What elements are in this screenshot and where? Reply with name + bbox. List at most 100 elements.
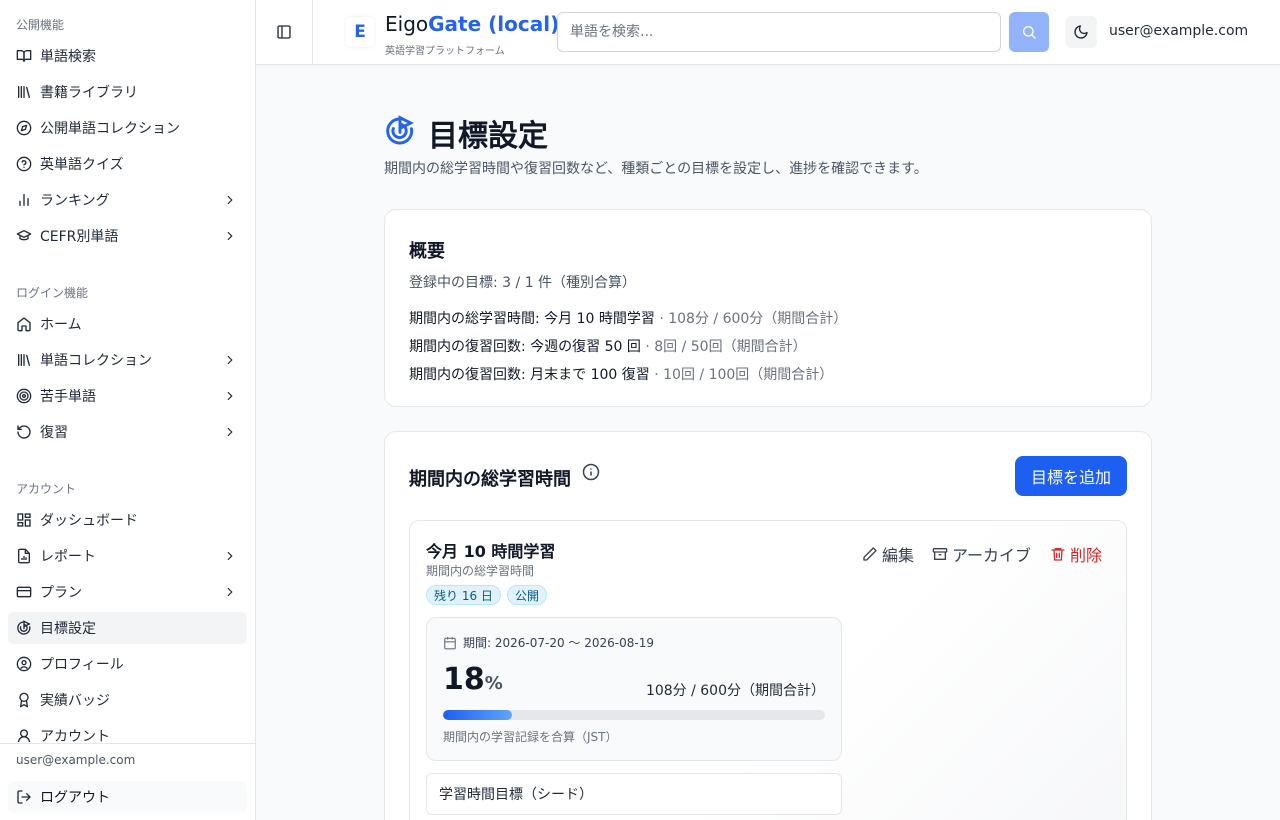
sidebar-item-plan[interactable]: プラン [8, 576, 247, 608]
sidebar-item-dashboard[interactable]: ダッシュボード [8, 504, 247, 536]
sidebar-item-label: 苦手単語 [40, 389, 96, 405]
sidebar-item-quiz[interactable]: 英単語クイズ [8, 148, 247, 180]
app-name[interactable]: EigoGate (local) [385, 12, 559, 36]
summary-line: 期間内の復習回数: 月末まで 100 復習 · 10回 / 100回（期間合計） [409, 364, 833, 384]
pencil-icon [863, 547, 877, 561]
sidebar-item-weak-words[interactable]: 苦手単語 [8, 380, 247, 412]
sidebar-item-label: レポート [40, 549, 96, 565]
page-description: 期間内の総学習時間や復習回数など、種類ごとの目標を設定し、進捗を確認できます。 [384, 161, 928, 177]
theme-toggle-button[interactable] [1065, 16, 1097, 48]
library-icon [16, 352, 32, 368]
summary-heading: 概要 [409, 241, 445, 262]
library-icon [16, 84, 32, 100]
percent-value: 18 [443, 662, 485, 697]
sidebar-item-label: 単語コレクション [40, 353, 152, 369]
info-icon[interactable] [582, 463, 600, 481]
app-logo[interactable]: E [346, 17, 374, 47]
progress-percent: 18% [443, 662, 503, 697]
sidebar-footer: user@example.com ログアウト [0, 743, 255, 820]
chevron-right-icon [227, 355, 233, 365]
compass-icon [16, 120, 32, 136]
layout-dashboard-icon [16, 512, 32, 528]
brand-main: Eigo [385, 12, 429, 36]
sidebar-item-cefr[interactable]: CEFR別単語 [8, 220, 247, 252]
graduation-cap-icon [16, 228, 32, 244]
section-heading: 期間内の総学習時間 [409, 469, 571, 490]
summary-line: 期間内の復習回数: 今週の復習 50 回 · 8回 / 50回（期間合計） [409, 336, 807, 356]
delete-button[interactable]: 削除 [1050, 542, 1102, 566]
public-badge: 公開 [507, 585, 548, 605]
home-icon [16, 316, 32, 332]
sidebar-item-word-search[interactable]: 単語検索 [8, 40, 247, 72]
progress-bar-fill [443, 710, 512, 720]
progress-amount: 108分 / 600分（期間合計） [645, 683, 825, 699]
logout-button[interactable]: ログアウト [8, 781, 247, 813]
sidebar-item-badges[interactable]: 実績バッジ [8, 684, 247, 716]
user-icon [16, 728, 32, 743]
award-icon [16, 692, 32, 708]
sidebar-item-label: ホーム [40, 317, 82, 333]
search-button[interactable] [1009, 12, 1049, 52]
summary-line-progress: · 108分 / 600分（期間合計） [659, 311, 848, 327]
percent-unit: % [484, 673, 503, 694]
sidebar-item-account[interactable]: アカウント [8, 720, 247, 743]
progress-note: 期間内の学習記録を合算（JST） [443, 730, 618, 744]
calendar-icon [444, 636, 456, 649]
user-circle-icon [16, 656, 32, 672]
goal-icon [16, 620, 32, 636]
file-chart-icon [16, 548, 32, 564]
sidebar-item-label: 単語検索 [40, 49, 96, 65]
period-text: 期間: 2026-07-20 〜 2026-08-19 [463, 636, 654, 650]
sidebar-item-label: 英単語クイズ [40, 157, 124, 173]
sidebar-item-label: プロフィール [40, 657, 124, 673]
sidebar-item-label: 公開単語コレクション [40, 121, 180, 137]
sidebar-item-profile[interactable]: プロフィール [8, 648, 247, 680]
trash-icon [1051, 548, 1065, 561]
summary-line-text: 期間内の総学習時間: 今月 10 時間学習 [409, 311, 655, 327]
edit-button[interactable]: 編集 [862, 542, 914, 566]
section-label-account: アカウント [16, 482, 77, 496]
chevron-right-icon [227, 195, 233, 205]
sidebar-item-home[interactable]: ホーム [8, 308, 247, 340]
sidebar-item-goals[interactable]: 目標設定 [8, 612, 247, 644]
section-label-login: ログイン機能 [16, 286, 89, 300]
sidebar-item-public-collections[interactable]: 公開単語コレクション [8, 112, 247, 144]
delete-label: 削除 [1070, 546, 1103, 565]
sidebar-item-label: アカウント [40, 729, 110, 743]
chevron-right-icon [227, 231, 233, 241]
bar-chart-icon [16, 192, 32, 208]
goal-period: 期間: 2026-07-20 〜 2026-08-19 [443, 634, 654, 651]
sidebar-item-label: 書籍ライブラリ [40, 85, 138, 101]
sidebar-item-ranking[interactable]: ランキング [8, 184, 247, 216]
sidebar-item-label: ダッシュボード [40, 513, 138, 529]
help-circle-icon [16, 156, 32, 172]
sidebar-item-label: 復習 [40, 425, 68, 441]
top-header: E EigoGate (local) 英語学習プラットフォーム user@exa… [256, 0, 1280, 65]
section-label-public: 公開機能 [16, 18, 65, 32]
sidebar-item-word-collections[interactable]: 単語コレクション [8, 344, 247, 376]
sidebar: 公開機能 単語検索 書籍ライブラリ 公開単語コレクション 英単語クイズ ランキン… [0, 0, 256, 820]
search-icon [1022, 26, 1036, 39]
summary-line-text: 期間内の復習回数: 月末まで 100 復習 [409, 367, 650, 383]
sidebar-item-book-library[interactable]: 書籍ライブラリ [8, 76, 247, 108]
sidebar-item-review[interactable]: 復習 [8, 416, 247, 448]
sidebar-user-email: user@example.com [16, 753, 136, 767]
sidebar-nav[interactable]: 公開機能 単語検索 書籍ライブラリ 公開単語コレクション 英単語クイズ ランキン… [0, 0, 255, 743]
archive-button[interactable]: アーカイブ [932, 542, 1031, 566]
add-goal-button[interactable]: 目標を追加 [1015, 456, 1127, 496]
chevron-right-icon [227, 551, 233, 561]
summary-line-progress: · 8回 / 50回（期間合計） [645, 339, 807, 355]
logout-label: ログアウト [40, 790, 110, 806]
credit-card-icon [16, 584, 32, 600]
search-input[interactable] [557, 12, 1001, 52]
goal-list-item[interactable]: 学習時間目標（シード） [426, 773, 842, 815]
sidebar-item-label: 実績バッジ [40, 693, 110, 709]
goal-card: 今月 10 時間学習 期間内の総学習時間 残り 16 日 公開 編集 アーカイブ… [409, 520, 1127, 820]
user-menu[interactable]: user@example.com [1109, 23, 1248, 39]
rotate-ccw-icon [16, 424, 32, 440]
sidebar-toggle-button[interactable] [256, 0, 313, 64]
summary-line: 期間内の総学習時間: 今月 10 時間学習 · 108分 / 600分（期間合計… [409, 308, 847, 328]
brand-accent: Gate (local) [428, 12, 560, 36]
sidebar-item-report[interactable]: レポート [8, 540, 247, 572]
goal-title: 今月 10 時間学習 [426, 542, 556, 561]
